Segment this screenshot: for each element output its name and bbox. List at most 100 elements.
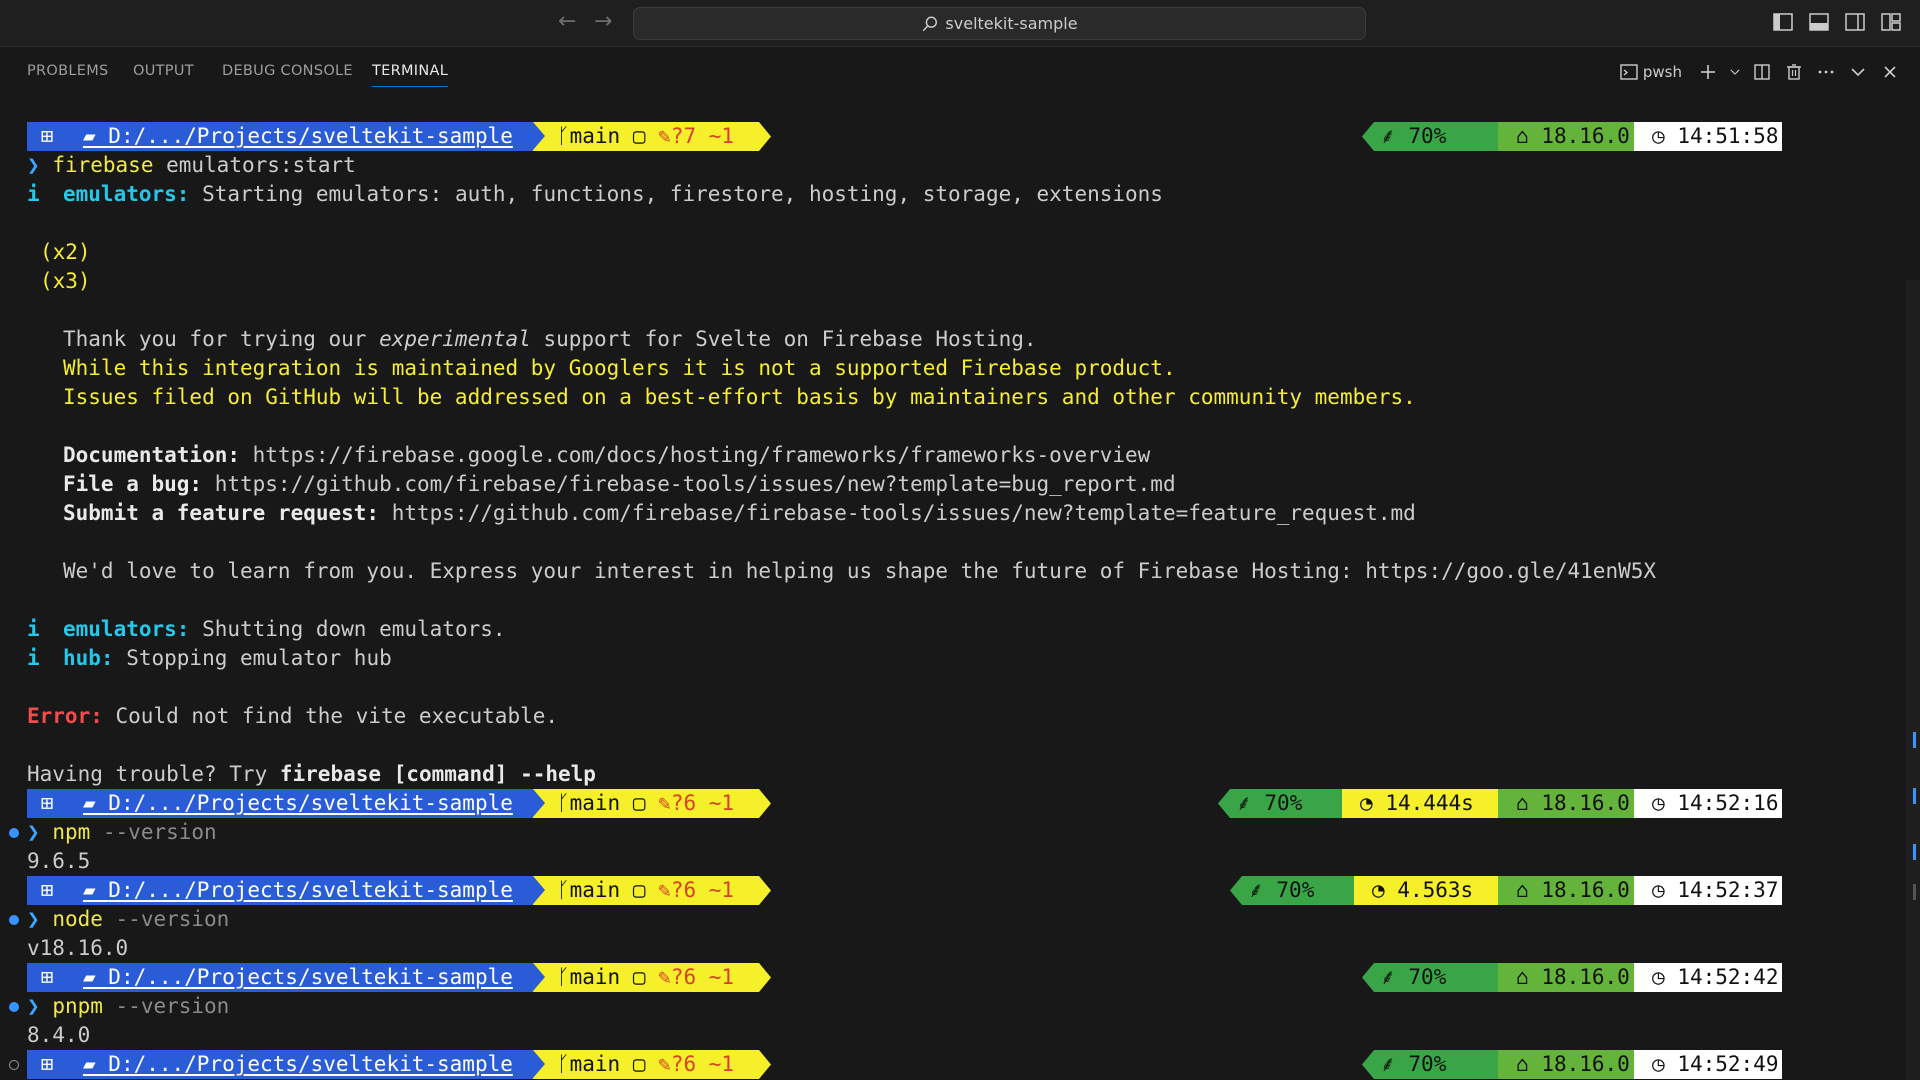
scroll-marker	[1913, 732, 1916, 748]
git-branch: main	[569, 878, 621, 902]
output-line: File a bug: https://github.com/firebase/…	[63, 472, 1176, 496]
folder-icon: ▰	[83, 878, 109, 902]
tab-terminal[interactable]: TERMINAL	[372, 63, 449, 87]
output-line: i hub: Stopping emulator hub	[27, 646, 392, 670]
duration-segment: ◔ 14.444s	[1342, 789, 1498, 818]
scroll-marker	[1913, 844, 1916, 860]
toggle-secondary-sidebar-icon[interactable]	[1844, 11, 1866, 33]
command-line: ❯ firebase emulators:start	[27, 153, 356, 177]
output-line: (x2)	[40, 240, 91, 264]
windows-icon: ⊞	[27, 789, 67, 818]
output-line: i emulators: Shutting down emulators.	[27, 617, 506, 641]
command-center-search[interactable]: sveltekit-sample	[633, 7, 1366, 40]
close-panel-icon[interactable]	[1878, 60, 1902, 84]
tab-problems[interactable]: PROBLEMS	[27, 63, 109, 79]
git-branch-icon: ᚴ	[557, 124, 570, 148]
maximize-panel-icon[interactable]	[1846, 60, 1870, 84]
command-pending-dot[interactable]	[9, 1060, 19, 1070]
tab-debug-console[interactable]: DEBUG CONSOLE	[222, 63, 353, 79]
terminal[interactable]: ⊞ ▰ D:/.../Projects/sveltekit-sample ᚴma…	[0, 94, 1920, 1080]
output-line: (x3)	[40, 269, 91, 293]
terminal-scrollbar[interactable]	[1906, 280, 1920, 1080]
git-branch-icon: ᚴ	[557, 791, 570, 815]
output-line: Thank you for trying our experimental su…	[63, 327, 1037, 351]
node-icon: ⌂	[1516, 124, 1529, 148]
tab-output[interactable]: OUTPUT	[133, 63, 194, 79]
more-actions-icon[interactable]	[1814, 60, 1838, 84]
git-changes: ?6 ~1	[670, 878, 735, 902]
output-line: v18.16.0	[27, 936, 129, 960]
command-success-dot[interactable]	[9, 1002, 19, 1012]
output-line: Submit a feature request: https://github…	[63, 501, 1416, 525]
node-icon: ⌂	[1516, 878, 1529, 902]
prompt-path[interactable]: D:/.../Projects/sveltekit-sample	[108, 791, 513, 815]
command-line: ❯ pnpm --version	[27, 994, 230, 1018]
output-line: 8.4.0	[27, 1023, 91, 1047]
leaf-icon: ⸙	[1248, 878, 1264, 902]
command-success-dot[interactable]	[9, 915, 19, 925]
chevron-down-icon[interactable]	[1728, 60, 1742, 84]
windows-icon: ⊞	[27, 963, 67, 992]
battery-segment: ⸙ 70%	[1362, 963, 1498, 992]
split-terminal-icon[interactable]	[1750, 60, 1774, 84]
leaf-icon: ⸙	[1380, 124, 1396, 148]
title-bar: ← → sveltekit-sample	[0, 0, 1920, 47]
copy-icon: ▢	[632, 1052, 646, 1076]
clock-icon: ◷	[1652, 878, 1665, 902]
node-segment: ⌂ 18.16.0	[1498, 789, 1634, 818]
edit-icon: ✎	[658, 878, 671, 902]
battery-segment: ⸙ 70%	[1362, 122, 1498, 151]
terminal-toolbar: pwsh	[1617, 60, 1902, 84]
trash-icon[interactable]	[1782, 60, 1806, 84]
prompt-path[interactable]: D:/.../Projects/sveltekit-sample	[108, 878, 513, 902]
edit-icon: ✎	[658, 124, 671, 148]
arrow-right-icon[interactable]: →	[594, 10, 612, 34]
edit-icon: ✎	[658, 965, 671, 989]
toggle-primary-sidebar-icon[interactable]	[1772, 11, 1794, 33]
battery-segment: ⸙ 70%	[1218, 789, 1342, 818]
stopwatch-icon: ◔	[1360, 791, 1373, 815]
time-segment: ◷ 14:52:42	[1634, 963, 1782, 992]
output-line: Having trouble? Try firebase [command] -…	[27, 762, 596, 786]
toggle-panel-icon[interactable]	[1808, 11, 1830, 33]
git-branch-icon: ᚴ	[557, 1052, 570, 1076]
layout-controls	[1772, 11, 1902, 33]
duration-segment: ◔ 4.563s	[1354, 876, 1498, 905]
windows-icon: ⊞	[27, 122, 67, 151]
command-line: ❯ npm --version	[27, 820, 217, 844]
shell-label[interactable]: pwsh	[1643, 63, 1682, 81]
folder-icon: ▰	[83, 124, 109, 148]
prompt-path[interactable]: D:/.../Projects/sveltekit-sample	[108, 965, 513, 989]
time-segment: ◷ 14:52:37	[1634, 876, 1782, 905]
output-line: Documentation: https://firebase.google.c…	[63, 443, 1151, 467]
new-terminal-icon[interactable]	[1696, 60, 1720, 84]
output-line: Issues filed on GitHub will be addressed…	[63, 385, 1416, 409]
time-segment: ◷ 14:52:16	[1634, 789, 1782, 818]
git-changes: ?7 ~1	[670, 124, 735, 148]
time-segment: ◷ 14:51:58	[1634, 122, 1782, 151]
battery-segment: ⸙ 70%	[1230, 876, 1354, 905]
leaf-icon: ⸙	[1380, 1052, 1396, 1076]
output-line: 9.6.5	[27, 849, 91, 873]
folder-icon: ▰	[83, 791, 109, 815]
prompt-path[interactable]: D:/.../Projects/sveltekit-sample	[108, 1052, 513, 1076]
command-success-dot[interactable]	[9, 828, 19, 838]
git-branch: main	[569, 965, 621, 989]
stopwatch-icon: ◔	[1372, 878, 1385, 902]
git-changes: ?6 ~1	[670, 791, 735, 815]
terminal-shell-icon[interactable]	[1617, 60, 1641, 84]
git-branch: main	[569, 1052, 621, 1076]
customize-layout-icon[interactable]	[1880, 11, 1902, 33]
folder-icon: ▰	[83, 965, 109, 989]
node-icon: ⌂	[1516, 965, 1529, 989]
time-segment: ◷ 14:52:49	[1634, 1050, 1782, 1079]
leaf-icon: ⸙	[1380, 965, 1396, 989]
arrow-left-icon[interactable]: ←	[558, 10, 576, 34]
git-branch-icon: ᚴ	[557, 965, 570, 989]
output-line: While this integration is maintained by …	[63, 356, 1176, 380]
clock-icon: ◷	[1652, 791, 1665, 815]
leaf-icon: ⸙	[1236, 791, 1252, 815]
clock-icon: ◷	[1652, 1052, 1665, 1076]
prompt-path[interactable]: D:/.../Projects/sveltekit-sample	[108, 124, 513, 148]
git-changes: ?6 ~1	[670, 1052, 735, 1076]
